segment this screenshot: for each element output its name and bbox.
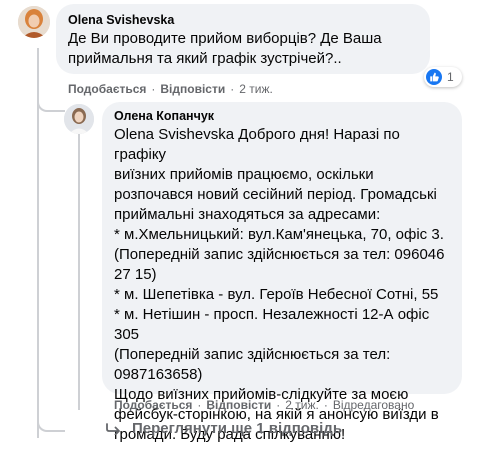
reply-button[interactable]: Відповісти [160, 82, 225, 96]
reaction-count: 1 [447, 70, 454, 84]
comment-author[interactable]: Olena Svishevska [68, 12, 418, 28]
reply-thread-line [78, 130, 80, 410]
view-more-replies-button[interactable]: Переглянути ще 1 відповідь [106, 420, 342, 437]
comment-actions: Подобається · Відповісти · 2 тиж. [68, 82, 273, 96]
thread-connector-reply [37, 94, 65, 112]
avatar-olena-kopanchuk[interactable] [64, 104, 94, 134]
like-button[interactable]: Подобається [68, 82, 146, 96]
comment-timestamp[interactable]: 2 тиж. [239, 82, 273, 96]
avatar-olena-svishevska[interactable] [18, 6, 50, 38]
reply-arrow-icon [106, 422, 122, 435]
reply-reply-button[interactable]: Відповісти [206, 398, 271, 412]
comment-bubble: Olena Svishevska Де Ви проводите прийом … [56, 4, 430, 74]
reply-text: Olena Svishevska Доброго дня! Наразі по … [114, 126, 445, 443]
like-reaction-icon [426, 69, 442, 85]
reaction-badge[interactable]: 1 [424, 67, 462, 87]
reply-bubble: Олена Копанчук Olena Svishevska Доброго … [102, 102, 462, 443]
reply-timestamp[interactable]: 2 тиж. [285, 398, 319, 412]
reply-actions: Подобається · Відповісти · 2 тиж. · Відр… [114, 398, 415, 412]
reply-like-button[interactable]: Подобається [114, 398, 192, 412]
edited-label[interactable]: Відредаговано [333, 398, 414, 412]
comment-text: Де Ви проводите прийом виборців? Де Ваша… [68, 30, 382, 67]
thread-connector-more [37, 412, 65, 432]
reply-author[interactable]: Олена Копанчук [114, 108, 450, 124]
view-more-replies-label: Переглянути ще 1 відповідь [132, 420, 343, 437]
